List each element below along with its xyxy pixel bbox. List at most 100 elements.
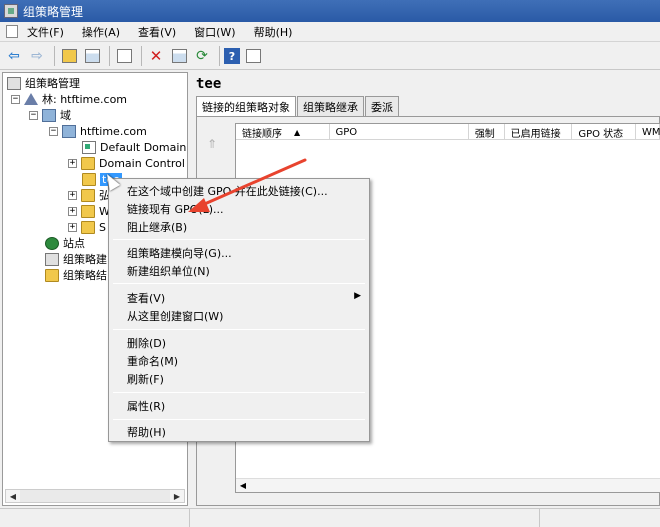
tree-forest-label: 林: htftime.com (42, 93, 128, 106)
tree-results-label: 组策略结 (63, 269, 107, 282)
console-tree-icon[interactable] (243, 46, 263, 66)
tree-item-label: S (99, 220, 106, 234)
tree-domains[interactable]: − 域 (29, 107, 71, 123)
menu-file[interactable]: 文件(F) (18, 24, 73, 40)
status-pane (0, 509, 190, 527)
tree-item-hidden-3[interactable]: + S (68, 219, 106, 235)
menu-bar: 文件(F) 操作(A) 查看(V) 窗口(W) 帮助(H) (0, 22, 660, 42)
title-bar: 组策略管理 (0, 0, 660, 22)
column-gpo-status[interactable]: GPO 状态 (572, 124, 637, 140)
menu-item-view[interactable]: 查看(V) (127, 289, 165, 306)
menu-separator (113, 329, 365, 330)
tab-delegation[interactable]: 委派 (365, 96, 399, 116)
tree-domain-label: htftime.com (80, 124, 147, 138)
forward-arrow-icon[interactable]: ⇨ (27, 46, 47, 66)
collapse-icon[interactable]: − (29, 110, 38, 120)
tree-modeling[interactable]: 组策略建 (45, 251, 107, 267)
menu-view[interactable]: 查看(V) (129, 24, 185, 40)
sort-asc-icon: ▲ (294, 127, 301, 137)
collapse-icon[interactable]: − (49, 126, 58, 136)
expand-icon[interactable]: + (68, 222, 77, 232)
scroll-right-icon[interactable]: ▶ (170, 490, 184, 502)
toolbar-separator (219, 46, 220, 66)
folder-icon (81, 188, 95, 202)
tree-item-domain-controllers[interactable]: + Domain Control (68, 155, 185, 171)
column-enforced[interactable]: 强制 (469, 124, 505, 140)
folder-icon (81, 204, 95, 218)
list-horizontal-scrollbar[interactable]: ◀ (236, 478, 660, 492)
ou-folder-icon (82, 172, 96, 186)
show-tree-icon[interactable] (82, 46, 102, 66)
details-title: tee (196, 76, 222, 92)
menu-item-create-gpo-and-link[interactable]: 在这个域中创建 GPO 并在此处链接(C)... (127, 182, 328, 199)
expand-icon[interactable]: + (68, 158, 77, 168)
menu-action[interactable]: 操作(A) (73, 24, 129, 40)
delete-icon[interactable]: ✕ (146, 46, 166, 66)
collapse-icon[interactable]: − (11, 94, 20, 104)
column-link-order[interactable]: 链接顺序 ▲ (236, 124, 330, 140)
tree-results[interactable]: 组策略结 (45, 267, 107, 283)
menu-item-refresh[interactable]: 刷新(F) (127, 370, 164, 387)
tree-horizontal-scrollbar[interactable]: ◀ ▶ (5, 489, 185, 503)
column-wmi[interactable]: WM (636, 124, 660, 140)
copy-icon[interactable] (114, 46, 134, 66)
forest-icon (24, 93, 38, 105)
tree-item-label: Default Domain (100, 140, 187, 154)
status-bar (0, 508, 660, 527)
tree-item-hidden-1[interactable]: + 弘 (68, 187, 110, 203)
menu-separator (113, 419, 365, 420)
menu-item-help[interactable]: 帮助(H) (127, 423, 166, 440)
tree-forest[interactable]: − 林: htftime.com (11, 91, 127, 107)
tree-sites[interactable]: 站点 (45, 235, 85, 251)
sites-icon (45, 236, 59, 250)
expand-icon[interactable]: + (68, 190, 77, 200)
back-arrow-icon[interactable]: ⇦ (4, 46, 24, 66)
menu-separator (113, 283, 365, 284)
scroll-left-icon[interactable]: ◀ (6, 490, 20, 502)
column-gpo[interactable]: GPO (330, 124, 469, 140)
tree-item-label: Domain Control (99, 156, 185, 170)
help-icon[interactable]: ? (224, 48, 240, 64)
app-icon (4, 4, 18, 18)
refresh-icon[interactable]: ⟳ (192, 46, 212, 66)
menu-item-properties[interactable]: 属性(R) (127, 397, 165, 414)
tree-domains-label: 域 (60, 109, 71, 122)
scroll-track[interactable] (20, 490, 170, 502)
toolbar: ⇦ ⇨ ✕ ⟳ ? (0, 43, 660, 70)
tree-domain[interactable]: − htftime.com (49, 123, 147, 139)
expand-icon[interactable]: + (68, 206, 77, 216)
properties-icon[interactable] (169, 46, 189, 66)
tree-item-hidden-2[interactable]: + W (68, 203, 110, 219)
menu-separator (113, 392, 365, 393)
menu-item-delete[interactable]: 删除(D) (127, 334, 166, 351)
menu-item-link-existing-gpo[interactable]: 链接现有 GPO(L)... (127, 200, 224, 217)
domains-icon (42, 108, 56, 122)
toolbar-separator (54, 46, 55, 66)
menu-item-new-ou[interactable]: 新建组织单位(N) (127, 262, 210, 279)
tree-root[interactable]: 组策略管理 (7, 75, 80, 91)
status-pane (190, 509, 540, 527)
menu-window[interactable]: 窗口(W) (185, 24, 244, 40)
status-pane (540, 509, 658, 527)
tab-gp-inheritance[interactable]: 组策略继承 (297, 96, 364, 116)
scroll-left-icon[interactable]: ◀ (236, 481, 250, 490)
results-icon (45, 268, 59, 282)
column-link-enabled[interactable]: 已启用链接 (505, 124, 573, 140)
move-up-icon[interactable]: ⇑ (207, 137, 217, 151)
menu-item-new-window[interactable]: 从这里创建窗口(W) (127, 307, 223, 324)
submenu-arrow-icon: ▶ (354, 291, 361, 301)
menu-help[interactable]: 帮助(H) (245, 24, 302, 40)
context-menu: 在这个域中创建 GPO 并在此处链接(C)... 链接现有 GPO(L)... … (108, 178, 370, 442)
menu-item-rename[interactable]: 重命名(M) (127, 352, 178, 369)
menu-item-block-inheritance[interactable]: 阻止继承(B) (127, 218, 187, 235)
toolbar-separator (109, 46, 110, 66)
list-header: 链接顺序 ▲ GPO 强制 已启用链接 GPO 状态 WM (236, 124, 660, 140)
toolbar-separator (141, 46, 142, 66)
folder-icon (81, 220, 95, 234)
tree-item-default-domain[interactable]: Default Domain (82, 139, 186, 155)
menu-item-modeling-wizard[interactable]: 组策略建模向导(G)... (127, 244, 232, 261)
window-title: 组策略管理 (23, 4, 84, 19)
document-icon (6, 25, 18, 38)
up-folder-icon[interactable] (59, 46, 79, 66)
tab-linked-gpos[interactable]: 链接的组策略对象 (196, 96, 296, 117)
